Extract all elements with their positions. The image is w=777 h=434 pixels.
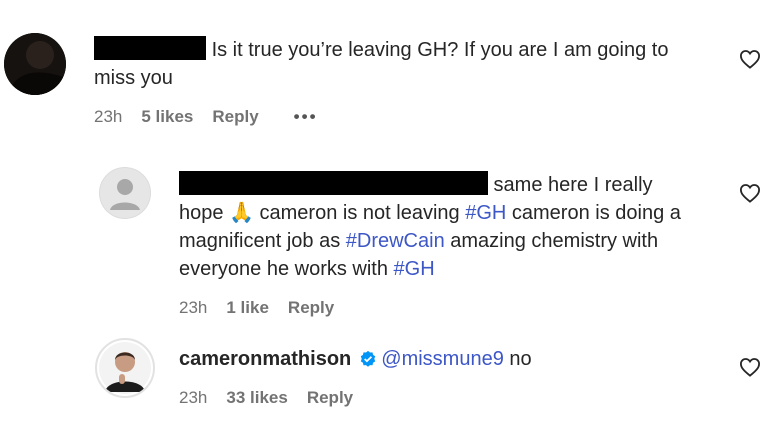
comment-1-likes[interactable]: 5 likes (141, 107, 193, 127)
pray-emoji: 🙏 (229, 202, 254, 224)
comment-3-reply-button[interactable]: Reply (307, 388, 353, 408)
comment-2-meta: 23h 1 like Reply (179, 298, 353, 318)
comment-1-reply-button[interactable]: Reply (212, 107, 258, 127)
comment-3-body: no (503, 348, 532, 370)
more-options-icon[interactable]: ••• (294, 107, 318, 127)
hashtag-gh[interactable]: #GH (465, 202, 506, 224)
comment-3-text: cameronmathison @missmune9 no (179, 345, 699, 376)
hashtag-drewcain[interactable]: #DrewCain (346, 230, 445, 252)
verified-badge-icon (359, 348, 377, 376)
comment-3-meta: 23h 33 likes Reply (179, 388, 372, 408)
comment-2-reply-button[interactable]: Reply (288, 298, 334, 318)
comment-3-likes[interactable]: 33 likes (226, 388, 287, 408)
heart-icon[interactable] (739, 183, 761, 203)
comment-2-text: same here I really hope 🙏 cameron is not… (179, 171, 699, 283)
comment-1-meta: 23h 5 likes Reply ••• (94, 107, 337, 127)
default-avatar-icon[interactable] (99, 167, 151, 219)
heart-icon[interactable] (739, 49, 761, 69)
cameron-avatar[interactable] (95, 338, 155, 398)
comment-2-body-b: cameron is not leaving (253, 202, 466, 224)
user-avatar[interactable] (4, 33, 66, 95)
mention-missmune9[interactable]: @missmune9 (381, 348, 504, 370)
comment-3-time[interactable]: 23h (179, 388, 207, 408)
comment-1-text: missmune9 Is it true you’re leaving GH? … (94, 36, 714, 92)
redacted-username (94, 36, 206, 60)
comment-3-username[interactable]: cameronmathison (179, 348, 351, 370)
redacted-username (179, 171, 488, 195)
comment-2-time[interactable]: 23h (179, 298, 207, 318)
comment-1-time[interactable]: 23h (94, 107, 122, 127)
hashtag-gh-2[interactable]: #GH (394, 258, 435, 280)
heart-icon[interactable] (739, 357, 761, 377)
comment-2-likes[interactable]: 1 like (226, 298, 269, 318)
